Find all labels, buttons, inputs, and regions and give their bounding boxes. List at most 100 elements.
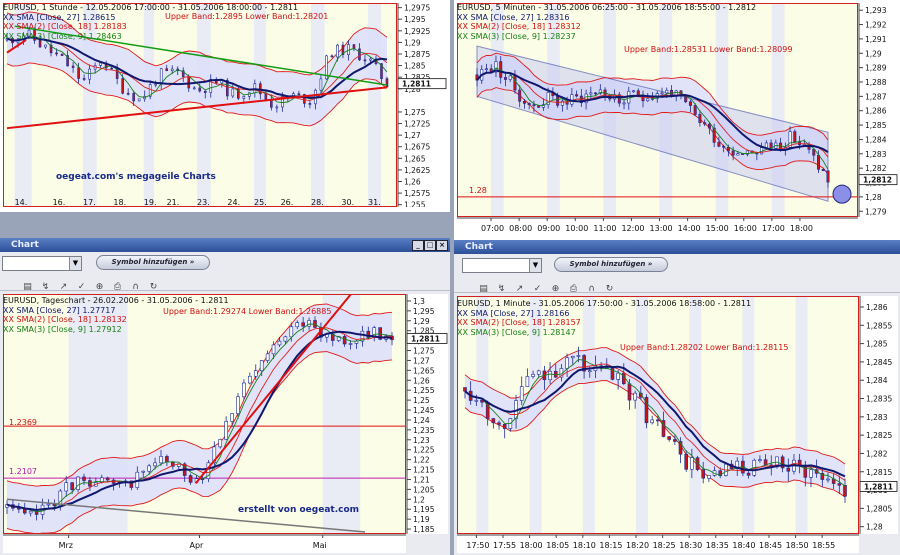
candle-body [575,94,579,97]
candle-body [230,413,234,422]
x-tick-label: 18:55 [812,541,835,550]
candle-body [224,420,228,440]
chart-panel-hourly: 14. 16. 17. 18. 19. 21. 23. 24. 25. 26. 28. 30. 31. … [0,0,450,212]
y-tick-label: 1,28 [866,523,883,532]
time-axis[interactable]: 07:00 08:00 09:00 10:00 11:00 12:00 13:00 14:00… [457,217,858,238]
drawing-tool-icon[interactable]: ↗ [56,282,71,293]
watermark-text: erstellt von oegeat.com [238,505,360,515]
indicator-icon[interactable]: ↯ [494,284,509,295]
candle-body [518,89,522,102]
y-tick-label: 1,23 [413,436,430,445]
candle-body [594,92,598,95]
level-label: 1.28 [469,186,487,195]
time-axis[interactable] [3,207,397,212]
candle-body [508,75,512,80]
candle-body [667,436,671,440]
price-axis[interactable]: 1,31,2951,291,2851,281,2751,271,2651,261… [406,294,448,534]
candle-body [275,106,279,109]
y-tick-label: 1,284 [865,135,887,144]
y-tick-label: 1,2855 [866,321,892,330]
time-axis[interactable]: Mrz Apr Mai [3,534,406,553]
x-tick-label: 16. [53,198,66,207]
chart-type-icon[interactable]: ▤ [20,282,35,293]
candle-body [308,103,312,105]
candle-body [236,396,240,414]
y-tick-label: 1,275 [413,347,435,356]
candle-body [154,83,157,86]
chart-type-icon[interactable]: ▤ [476,284,491,295]
y-tick-label: 1,26 [404,178,421,187]
price-axis[interactable]: 1,286 1,2855 1,285 1,2845 1,284 1,2835 1,283 1,… [859,296,898,534]
zoom-icon[interactable]: ⊕ [92,282,107,293]
template-icon[interactable]: ✓ [74,282,89,293]
candle-body [259,360,264,371]
window-title-bar[interactable]: Chart [454,240,900,254]
close-icon[interactable]: × [436,240,448,251]
candle-body [147,465,151,472]
template-icon[interactable]: ✓ [530,284,545,295]
print-icon[interactable]: ⎙ [566,284,581,295]
magnet-icon[interactable]: ∩ [584,284,599,295]
chevron-down-icon[interactable]: ▼ [529,259,541,272]
y-tick-label: 1,21 [413,475,430,484]
y-tick-label: 1,287 [865,92,887,101]
candle-body [646,98,650,102]
y-tick-label: 1,27 [404,131,421,140]
x-tick-label: 18:15 [599,541,622,550]
chevron-down-icon[interactable]: ▼ [69,257,81,270]
minimize-icon[interactable]: _ [412,240,424,251]
y-tick-label: 1,2845 [866,358,892,367]
maximize-icon[interactable]: □ [424,240,436,251]
legend-sma9: XX SMA(3) [Close, 9] 1.28147 [457,327,576,337]
drawing-tool-icon[interactable]: ↗ [512,284,527,295]
y-tick-label: 1,286 [865,107,887,116]
legend-sma9: XX SMA(3) [Close, 9] 1.28463 [3,31,122,41]
time-axis[interactable]: 17:50 17:55 18:00 18:05 18:10 18:15 18:20 18:25… [457,534,859,553]
candle-body [358,48,361,61]
window-title: Chart [11,240,39,250]
add-symbol-button[interactable]: Symbol hinzufügen » [96,255,210,270]
y-tick-label: 1,2675 [404,143,430,152]
y-tick-label: 1,265 [413,366,435,375]
x-tick-label: Apr [190,541,205,550]
legend-title: EURUSD, 1 Minute - 31.05.2006 17:50:00 -… [457,299,752,308]
window-title-bar[interactable]: Chart _ □ × [0,238,450,252]
legend-sma18: XX SMA(2) [Close, 18] 1.28157 [457,318,581,327]
candle-body [693,105,697,115]
price-axis[interactable]: 1,293 1,292 1,291 1,29 1,289 1,288 1,287 1,286 1… [858,3,898,217]
x-tick-label: 18:50 [786,541,809,550]
candle-body [55,52,58,55]
x-tick-label: 18:00 [790,224,813,233]
candle-body [71,65,75,68]
price-axis[interactable]: 1,2975 1,295 1,2925 1,29 1,2875 1,285 1,2825 1,… [397,3,447,207]
indicator-icon[interactable]: ↯ [38,282,53,293]
chart-tools: ▤ ↯ ↗ ✓ ⊕ ⎙ ∩ ↻ [20,274,164,292]
symbol-select[interactable]: ▼ [462,258,542,273]
y-tick-label: 1,26 [413,376,430,385]
candle-body [231,88,235,97]
candle-body [46,503,51,506]
candle-body [385,78,389,88]
bollinger-band-values: Upper Band:1.2895 Lower Band:1.28201 [165,12,329,21]
x-tick-label: 12:00 [621,224,644,233]
symbol-select[interactable]: ▼ [2,256,82,271]
add-symbol-button[interactable]: Symbol hinzufügen » [554,257,668,272]
candle-body [826,170,830,183]
candle-body [141,470,146,473]
print-icon[interactable]: ⎙ [110,282,125,293]
refresh-icon[interactable]: ↻ [146,282,161,293]
chart-toolbar: ▼ Symbol hinzufügen » ▤ ↯ ↗ ✓ ⊕ ⎙ ∩ ↻ [0,252,450,292]
candle-body [264,93,268,100]
candle-body [203,90,207,93]
x-tick-label: Mrz [59,541,73,550]
x-tick-label: 18:30 [679,541,702,550]
magnet-icon[interactable]: ∩ [128,282,143,293]
x-tick-label: 18:35 [706,541,729,550]
candle-body [537,105,541,108]
candle-body [809,469,813,478]
candle-body [295,322,300,328]
y-tick-label: 1,29 [404,38,421,47]
refresh-icon[interactable]: ↻ [602,284,617,295]
zoom-icon[interactable]: ⊕ [548,284,563,295]
legend-sma18: XX SMA(2) [Close, 18] 1.28183 [3,22,127,31]
